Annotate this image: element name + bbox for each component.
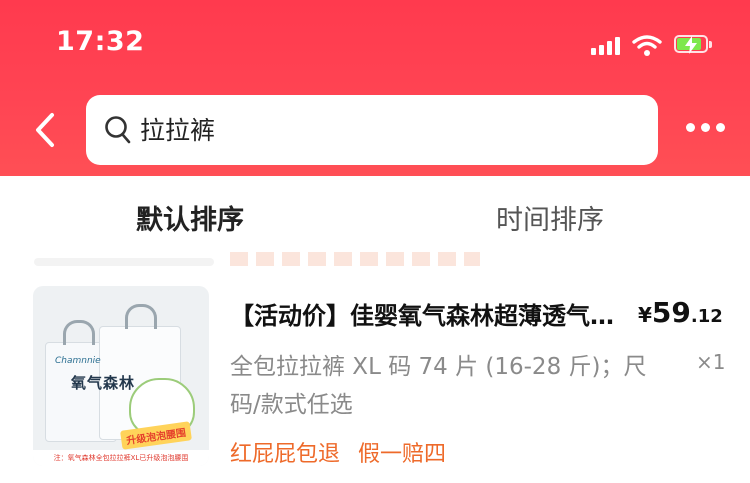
battery-charging-icon [674,35,714,55]
tab-default-sort[interactable]: 默认排序 [136,198,244,237]
price-currency: ¥ [638,303,652,327]
tag-rash-return: 红屁屁包退 [230,442,341,467]
scrolled-tag-remnant [230,252,480,266]
wifi-icon [632,35,662,56]
search-input[interactable]: 拉拉裤 [140,111,215,147]
signal-icon [591,35,620,55]
product-title[interactable]: 【活动价】佳婴氧气森林超薄透气拉拉裤 [230,296,630,331]
more-options-button[interactable] [682,112,728,142]
search-icon [105,116,131,144]
product-brand-logo: Chamnnie [55,356,101,366]
status-time: 17:32 [56,26,145,57]
scroll-shadow [34,258,214,266]
back-arrow-icon [36,113,54,147]
product-price: ¥59.12 [638,296,723,329]
app-header: 17:32 拉拉裤 [0,0,750,176]
more-dots-icon [685,122,695,132]
product-quantity: ×1 [696,350,726,374]
tab-time-sort[interactable]: 时间排序 [496,198,604,237]
back-button[interactable] [28,110,62,150]
price-integer: 59 [651,296,691,329]
status-icons [591,32,714,58]
product-package-name: 氧气森林 [71,374,136,392]
search-bar[interactable]: 拉拉裤 [86,95,658,165]
order-item[interactable]: Chamnnie 氧气森林 升级泡泡腰围 注：氧气森林全包拉拉裤XL已升级泡泡腰… [0,266,750,483]
product-image-footer: 注：氧气森林全包拉拉裤XL已升级泡泡腰围 [33,450,209,466]
price-decimal: .12 [690,306,723,327]
sort-tabs: 默认排序 时间排序 [0,176,750,264]
service-tags: 红屁屁包退 假一赔四 [230,436,446,468]
product-image[interactable]: Chamnnie 氧气森林 升级泡泡腰围 注：氧气森林全包拉拉裤XL已升级泡泡腰… [33,286,209,466]
product-spec: 全包拉拉裤 XL 码 74 片 (16-28 斤)；尺码/款式任选 [230,354,647,418]
tag-fake-compensation: 假一赔四 [358,442,447,467]
